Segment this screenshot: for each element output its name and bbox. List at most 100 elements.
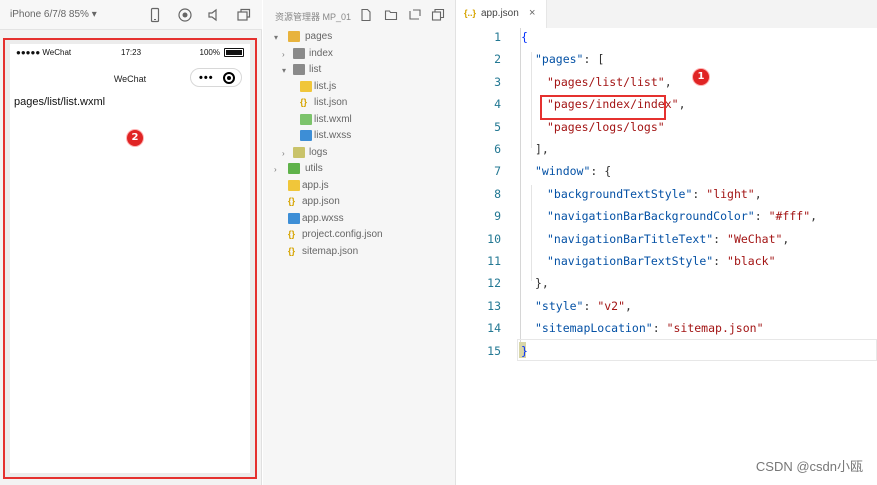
tree-file-app-json[interactable]: {} app.json — [288, 194, 438, 210]
explorer-title: 资源管理器 MP_01 — [275, 12, 352, 22]
device-select[interactable]: iPhone 6/7/8 85% ▾ — [10, 9, 97, 20]
tree-folder-utils[interactable]: › utils — [274, 161, 444, 177]
detach-window-icon[interactable] — [236, 7, 252, 23]
annotation-badge-1: 1 — [693, 69, 709, 85]
code-line-13: "style": "v2", — [535, 299, 632, 313]
menu-capsule: ••• — [190, 68, 242, 87]
line-number: 8 — [494, 187, 501, 201]
tree-folder-pages[interactable]: ▾ pages — [274, 29, 444, 45]
json-file-icon: {} — [288, 246, 296, 256]
chevron-down-icon: ▾ — [282, 66, 287, 75]
line-number: 12 — [487, 276, 501, 290]
tree-folder-index[interactable]: › index — [282, 46, 442, 62]
line-number: 1 — [494, 30, 501, 44]
tree-label: list.wxml — [314, 114, 352, 125]
tree-file-list-wxml[interactable]: list.wxml — [300, 112, 440, 128]
json-file-icon: {..} — [464, 8, 477, 18]
tree-label: list.wxss — [314, 130, 352, 141]
tree-label: list.js — [314, 81, 337, 92]
tree-label: list.json — [314, 97, 348, 108]
tree-file-app-js[interactable]: app.js — [288, 178, 438, 194]
code-line-10: "navigationBarTitleText": "WeChat", — [547, 232, 790, 246]
chevron-right-icon: › — [282, 149, 285, 158]
folder-icon — [293, 64, 305, 75]
tree-file-app-wxss[interactable]: app.wxss — [288, 211, 438, 227]
line-number: 7 — [494, 164, 501, 178]
indent-guide — [520, 28, 521, 358]
tree-file-list-wxss[interactable]: list.wxss — [300, 128, 440, 144]
more-icon[interactable]: ••• — [199, 72, 214, 84]
tree-file-project-config[interactable]: {} project.config.json — [288, 227, 438, 243]
code-line-8: "backgroundTextStyle": "light", — [547, 187, 762, 201]
tree-label: app.js — [302, 180, 329, 191]
code-line-14: "sitemapLocation": "sitemap.json" — [535, 321, 764, 335]
wxml-file-icon — [300, 114, 312, 125]
tree-label: index — [309, 48, 333, 59]
line-number: 5 — [494, 120, 501, 134]
tab-label: app.json — [481, 8, 519, 19]
status-battery-text: 100% — [199, 48, 220, 57]
code-line-7: "window": { — [535, 164, 612, 178]
tree-label: pages — [305, 31, 333, 42]
json-file-icon: {} — [300, 97, 308, 107]
code-line-9: "navigationBarBackgroundColor": "#fff", — [547, 209, 818, 223]
new-file-icon[interactable] — [359, 8, 373, 22]
status-carrier: ●●●●● WeChat — [16, 48, 72, 57]
watermark: CSDN @csdn小瓯 — [755, 459, 863, 474]
simulator-toolbar: iPhone 6/7/8 85% ▾ — [0, 0, 262, 30]
close-target-icon[interactable] — [223, 72, 235, 84]
tree-label: app.json — [302, 196, 340, 207]
chevron-right-icon: › — [274, 165, 277, 174]
editor-tabbar: {..} app.json × — [457, 0, 877, 28]
annotation-badge-2: 2 — [127, 130, 143, 146]
tree-label: sitemap.json — [302, 246, 359, 257]
close-icon[interactable]: × — [529, 7, 535, 19]
folder-icon — [288, 31, 300, 42]
volume-icon[interactable] — [206, 7, 222, 23]
tree-label: list — [309, 64, 322, 75]
status-time: 17:23 — [121, 48, 142, 57]
file-explorer: 资源管理器 MP_01 ▾ pages › index ▾ list list.… — [263, 0, 456, 485]
annotation-highlight-box — [540, 95, 666, 120]
tree-file-sitemap[interactable]: {} sitemap.json — [288, 244, 438, 260]
code-line-1: { — [521, 30, 528, 44]
current-line-highlight — [517, 339, 877, 361]
simulator-panel: iPhone 6/7/8 85% ▾ ●●●●● WeChat 17:23 10… — [0, 0, 262, 485]
tree-file-list-js[interactable]: list.js — [300, 79, 440, 95]
tab-app-json[interactable]: {..} app.json × — [457, 0, 547, 28]
wxss-file-icon — [300, 130, 312, 141]
tree-folder-logs[interactable]: › logs — [282, 145, 442, 161]
status-bar: ●●●●● WeChat 17:23 100% — [10, 44, 250, 60]
phone-screen: ●●●●● WeChat 17:23 100% WeChat ••• pages… — [10, 44, 250, 473]
simulator-highlight-frame: ●●●●● WeChat 17:23 100% WeChat ••• pages… — [3, 38, 257, 479]
json-file-icon: {} — [288, 196, 296, 206]
code-line-3: "pages/list/list", — [547, 75, 672, 89]
code-line-12: }, — [535, 276, 549, 290]
indent-guide — [531, 52, 532, 148]
refresh-icon[interactable] — [408, 8, 422, 22]
tree-label: app.wxss — [302, 213, 344, 224]
line-number: 15 — [487, 344, 501, 358]
js-file-icon — [300, 81, 312, 92]
phone-icon[interactable] — [147, 7, 163, 23]
line-number: 2 — [494, 52, 501, 66]
folder-icon — [288, 163, 300, 174]
new-folder-icon[interactable] — [384, 8, 398, 22]
folder-icon — [293, 147, 305, 158]
page-content-text: pages/list/list.wxml — [14, 96, 106, 108]
json-file-icon: {} — [288, 229, 296, 239]
line-number: 13 — [487, 299, 501, 313]
code-line-11: "navigationBarTextStyle": "black" — [547, 254, 776, 268]
code-area[interactable]: 1 2 3 4 5 6 7 8 9 10 11 12 13 14 15 { "p… — [457, 28, 877, 485]
line-number: 10 — [487, 232, 501, 246]
record-icon[interactable] — [177, 7, 193, 23]
tree-folder-list[interactable]: ▾ list — [282, 62, 442, 78]
line-number: 11 — [487, 254, 501, 268]
tree-file-list-json[interactable]: {} list.json — [300, 95, 440, 111]
code-line-15: } — [521, 344, 528, 358]
collapse-all-icon[interactable] — [431, 8, 445, 22]
line-number: 6 — [494, 142, 501, 156]
line-number: 14 — [487, 321, 501, 335]
wxss-file-icon — [288, 213, 300, 224]
code-line-2: "pages": [ — [535, 52, 605, 66]
